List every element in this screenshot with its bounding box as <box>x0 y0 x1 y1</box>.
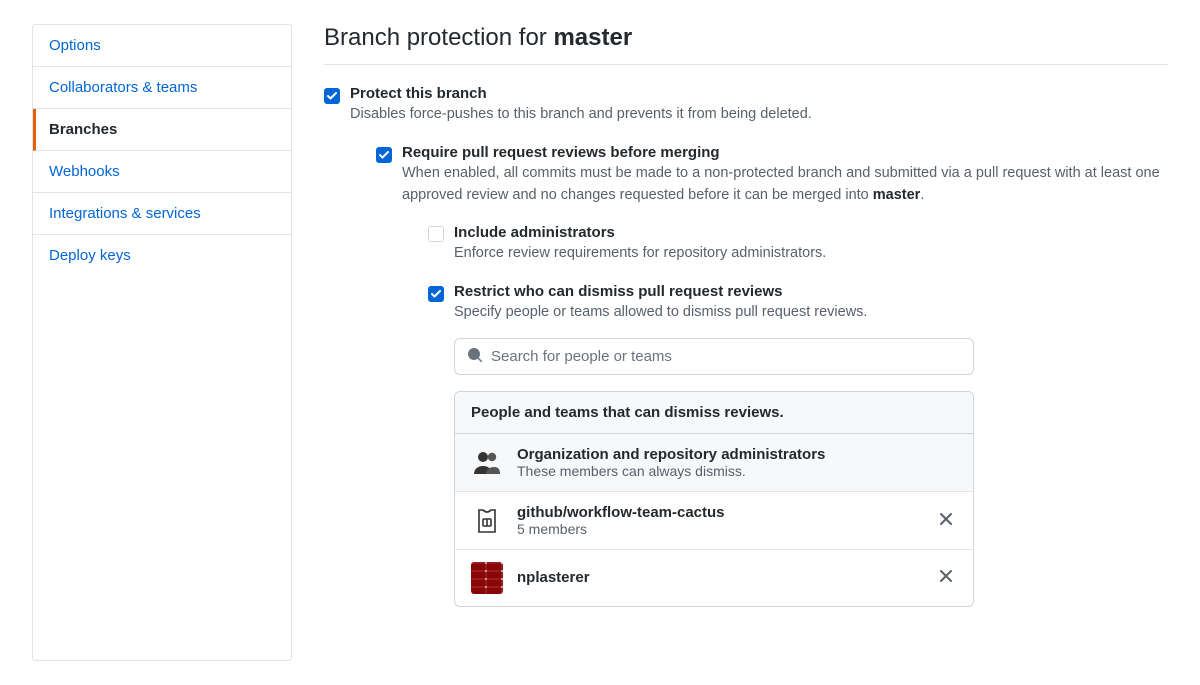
main-content: Branch protection for master Protect thi… <box>324 24 1168 661</box>
dismiss-entry-sub: 5 members <box>517 521 921 537</box>
remove-entry-button[interactable] <box>935 565 957 590</box>
team-jersey-icon <box>471 504 503 536</box>
dismiss-search-input[interactable] <box>491 348 961 365</box>
page-title-branch: master <box>553 24 632 51</box>
restrict-dismiss-title: Restrict who can dismiss pull request re… <box>454 283 1168 300</box>
protect-branch-checkbox[interactable] <box>324 88 340 104</box>
sidebar-item-integrations[interactable]: Integrations & services <box>33 193 291 235</box>
require-reviews-desc: When enabled, all commits must be made t… <box>402 163 1168 207</box>
dismiss-panel-header: People and teams that can dismiss review… <box>455 392 973 434</box>
dismiss-admins-sub: These members can always dismiss. <box>517 463 957 479</box>
dismiss-admins-row: Organization and repository administrato… <box>455 434 973 492</box>
require-reviews-desc-text: When enabled, all commits must be made t… <box>402 165 1160 203</box>
require-reviews-checkbox[interactable] <box>376 147 392 163</box>
sidebar-item-webhooks[interactable]: Webhooks <box>33 151 291 193</box>
protect-branch-desc: Disables force-pushes to this branch and… <box>350 104 1168 126</box>
require-reviews-desc-suffix: . <box>920 187 924 203</box>
user-avatar-icon <box>471 562 503 594</box>
require-reviews-title: Require pull request reviews before merg… <box>402 144 1168 161</box>
sidebar-item-options[interactable]: Options <box>33 25 291 67</box>
page-title-prefix: Branch protection for <box>324 24 553 51</box>
sidebar-item-deploy-keys[interactable]: Deploy keys <box>33 235 291 276</box>
restrict-dismiss-checkbox[interactable] <box>428 286 444 302</box>
include-admins-title: Include administrators <box>454 224 1168 241</box>
include-admins-block: Include administrators Enforce review re… <box>428 224 1168 265</box>
protect-branch-title: Protect this branch <box>350 85 1168 102</box>
dismiss-entry-row: nplasterer <box>455 550 973 606</box>
dismiss-entry-row: github/workflow-team-cactus 5 members <box>455 492 973 550</box>
people-icon <box>471 446 503 478</box>
dismiss-panel: People and teams that can dismiss review… <box>454 391 974 607</box>
settings-sidebar: Options Collaborators & teams Branches W… <box>32 24 292 661</box>
page-title: Branch protection for master <box>324 24 1168 65</box>
remove-entry-button[interactable] <box>935 508 957 533</box>
protect-branch-block: Protect this branch Disables force-pushe… <box>324 85 1168 643</box>
dismiss-admins-title: Organization and repository administrato… <box>517 446 957 463</box>
sidebar-item-collaborators[interactable]: Collaborators & teams <box>33 67 291 109</box>
restrict-dismiss-desc: Specify people or teams allowed to dismi… <box>454 302 1168 324</box>
dismiss-search-box[interactable] <box>454 338 974 375</box>
restrict-dismiss-block: Restrict who can dismiss pull request re… <box>428 283 1168 607</box>
require-reviews-desc-branch: master <box>873 187 921 203</box>
require-reviews-block: Require pull request reviews before merg… <box>376 144 1168 625</box>
sidebar-item-branches[interactable]: Branches <box>33 109 291 151</box>
dismiss-entry-name: github/workflow-team-cactus <box>517 504 921 521</box>
include-admins-desc: Enforce review requirements for reposito… <box>454 243 1168 265</box>
search-icon <box>467 347 483 366</box>
include-admins-checkbox[interactable] <box>428 226 444 242</box>
dismiss-entry-name: nplasterer <box>517 569 921 586</box>
